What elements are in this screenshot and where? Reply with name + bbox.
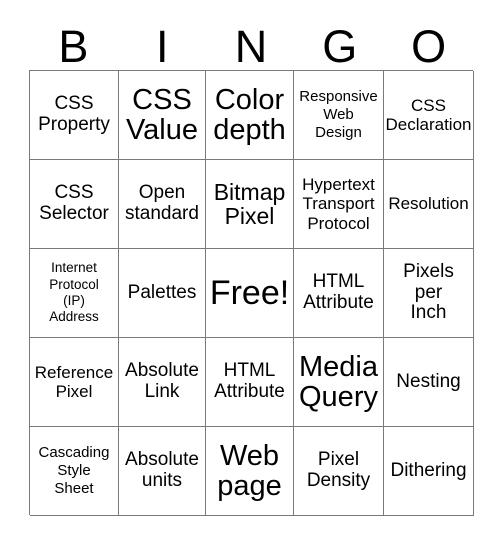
bingo-cell[interactable]: Resolution xyxy=(384,160,474,249)
bingo-card: B I N G O CSS Property CSS Value Color d… xyxy=(0,0,500,544)
bingo-cell[interactable]: Cascading Style Sheet xyxy=(30,427,119,516)
bingo-cell-label: CSS Declaration xyxy=(385,95,472,134)
bingo-cell-label: Dithering xyxy=(390,459,467,481)
bingo-cell[interactable]: CSS Value xyxy=(119,71,206,160)
bingo-header-row: B I N G O xyxy=(29,18,473,70)
bingo-grid: CSS Property CSS Value Color depth Respo… xyxy=(29,70,474,516)
header-letter-n: N xyxy=(234,21,268,72)
bingo-cell-label: Absolute units xyxy=(125,449,199,491)
header-letter-g: G xyxy=(322,21,358,72)
bingo-cell-label: Resolution xyxy=(388,194,469,214)
bingo-cell-label: Cascading Style Sheet xyxy=(38,444,110,497)
bingo-cell-label: Open standard xyxy=(125,182,199,224)
bingo-cell-label: Pixel Density xyxy=(306,449,371,491)
bingo-cell[interactable]: Absolute units xyxy=(119,427,206,516)
bingo-cell-label: Nesting xyxy=(396,370,461,392)
bingo-cell-label: Media Query xyxy=(299,350,378,413)
bingo-cell[interactable]: Media Query xyxy=(294,338,384,427)
bingo-cell-label: Internet Protocol (IP) Address xyxy=(49,260,99,325)
header-letter-b: B xyxy=(58,21,89,72)
bingo-cell[interactable]: Internet Protocol (IP) Address xyxy=(30,249,119,338)
bingo-cell-label: Palettes xyxy=(127,281,197,303)
header-letter-o: O xyxy=(411,21,447,72)
bingo-cell[interactable]: Web page xyxy=(206,427,294,516)
bingo-cell-label: Color depth xyxy=(213,83,286,146)
bingo-cell-label: Web page xyxy=(217,439,282,502)
bingo-cell[interactable]: CSS Selector xyxy=(30,160,119,249)
bingo-cell[interactable]: Open standard xyxy=(119,160,206,249)
bingo-cell[interactable]: Nesting xyxy=(384,338,474,427)
header-letter-i: I xyxy=(155,21,169,72)
bingo-cell-free-space[interactable]: Free! xyxy=(206,249,294,338)
bingo-cell[interactable]: Pixel Density xyxy=(294,427,384,516)
bingo-cell-label: Bitmap Pixel xyxy=(213,178,286,229)
bingo-cell-label: Free! xyxy=(209,273,290,312)
bingo-cell[interactable]: Color depth xyxy=(206,71,294,160)
bingo-cell[interactable]: HTML Attribute xyxy=(206,338,294,427)
bingo-cell-label: Absolute Link xyxy=(125,360,199,402)
bingo-cell[interactable]: Bitmap Pixel xyxy=(206,160,294,249)
bingo-cell[interactable]: Reference Pixel xyxy=(30,338,119,427)
bingo-cell-label: Responsive Web Design xyxy=(299,88,378,141)
bingo-cell-label: CSS Selector xyxy=(39,182,109,224)
bingo-cell-label: HTML Attribute xyxy=(303,271,374,313)
bingo-cell[interactable]: Pixels per Inch xyxy=(384,249,474,338)
bingo-cell-label: HTML Attribute xyxy=(214,360,285,402)
bingo-cell-label: Hypertext Transport Protocol xyxy=(302,174,375,233)
bingo-cell[interactable]: Palettes xyxy=(119,249,206,338)
bingo-cell[interactable]: Absolute Link xyxy=(119,338,206,427)
bingo-cell[interactable]: Responsive Web Design xyxy=(294,71,384,160)
bingo-cell-label: Reference Pixel xyxy=(34,362,114,401)
bingo-cell[interactable]: CSS Property xyxy=(30,71,119,160)
bingo-cell-label: Pixels per Inch xyxy=(403,260,454,324)
bingo-cell[interactable]: CSS Declaration xyxy=(384,71,474,160)
bingo-cell[interactable]: HTML Attribute xyxy=(294,249,384,338)
bingo-cell-label: CSS Value xyxy=(125,83,199,146)
bingo-cell[interactable]: Hypertext Transport Protocol xyxy=(294,160,384,249)
bingo-cell[interactable]: Dithering xyxy=(384,427,474,516)
bingo-cell-label: CSS Property xyxy=(38,93,110,135)
